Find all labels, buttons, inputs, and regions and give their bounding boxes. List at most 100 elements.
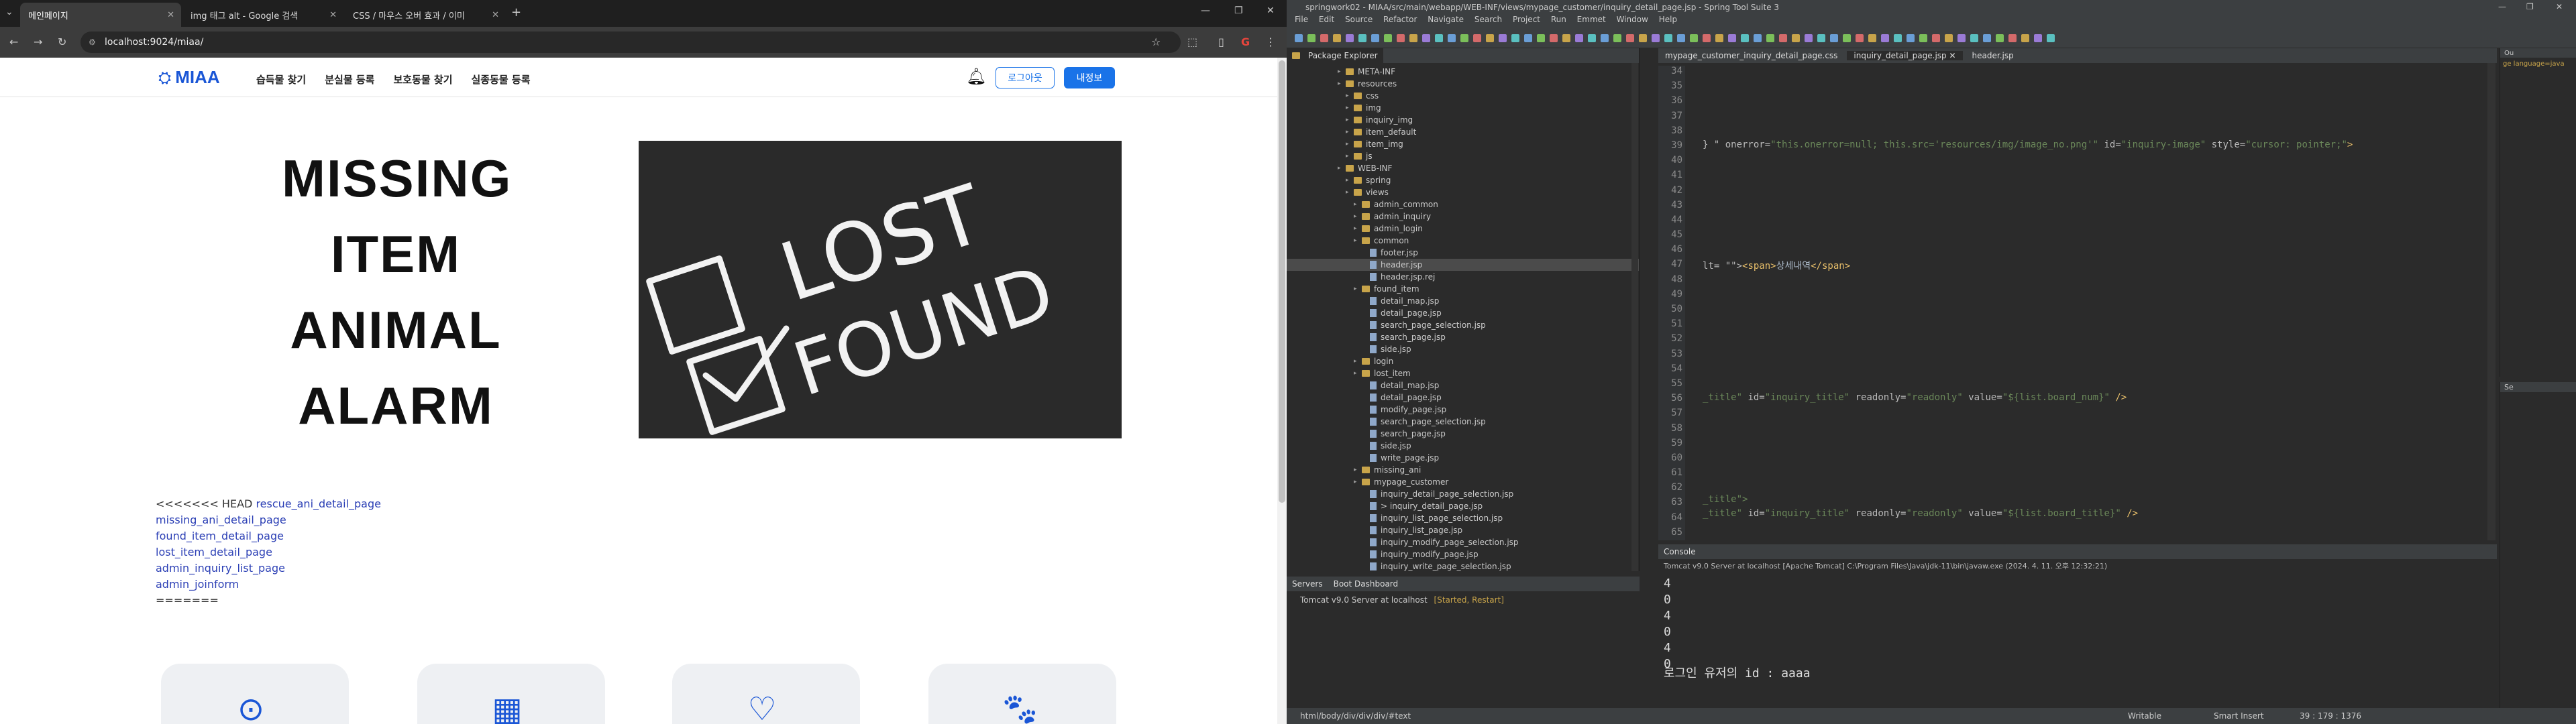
expand-arrow-icon[interactable]: ▸ [1346, 117, 1354, 123]
menu-file[interactable]: File [1295, 15, 1308, 24]
tree-file[interactable]: inquiry_modify_page.jsp [1287, 548, 1639, 560]
expand-arrow-icon[interactable]: ▸ [1338, 68, 1346, 75]
toolbar-icon[interactable] [1384, 34, 1392, 42]
menu-dots-icon[interactable]: ⋮ [1265, 36, 1276, 48]
tree-folder[interactable]: ▸ spring [1287, 174, 1639, 186]
toolbar-icon[interactable] [1333, 34, 1341, 42]
toolbar-icon[interactable] [1550, 34, 1558, 42]
toolbar-icon[interactable] [1448, 34, 1456, 42]
toolbar-icon[interactable] [1792, 34, 1800, 42]
menu-refactor[interactable]: Refactor [1383, 15, 1417, 24]
minimize-icon[interactable]: — [1201, 5, 1210, 16]
tree-folder[interactable]: ▸ META-INF [1287, 66, 1639, 78]
tree-folder[interactable]: ▸ missing_ani [1287, 464, 1639, 476]
toolbar-icon[interactable] [2034, 34, 2042, 42]
tree-folder[interactable]: ▸ css [1287, 90, 1639, 102]
close-icon[interactable]: ✕ [329, 10, 337, 20]
tree-file[interactable]: detail_page.jsp [1287, 307, 1639, 319]
ide-maximize-icon[interactable]: ❐ [2526, 2, 2534, 11]
page-scrollbar-thumb[interactable] [1279, 60, 1285, 503]
toolbar-icon[interactable] [1460, 34, 1468, 42]
tab-main[interactable]: 메인페이지 ✕ [20, 3, 181, 27]
toolbar-icon[interactable] [1766, 34, 1774, 42]
toolbar-icon[interactable] [1562, 34, 1570, 42]
code-editor[interactable]: mypage_customer_inquiry_detail_page.css … [1658, 48, 2497, 544]
toolbar-icon[interactable] [1397, 34, 1405, 42]
servers-tab[interactable]: Servers [1292, 579, 1323, 589]
expand-arrow-icon[interactable]: ▸ [1354, 479, 1362, 485]
toolbar-icon[interactable] [1919, 34, 1927, 42]
tree-folder[interactable]: ▸ img [1287, 102, 1639, 114]
editor-tab-detail-jsp[interactable]: inquiry_detail_page.jsp ✕ [1847, 51, 1963, 60]
toolbar-icon[interactable] [1805, 34, 1813, 42]
toolbar-icon[interactable] [1575, 34, 1583, 42]
toolbar-icon[interactable] [1677, 34, 1685, 42]
tree-file[interactable]: search_page.jsp [1287, 428, 1639, 440]
toolbar-icon[interactable] [1486, 34, 1494, 42]
toolbar-icon[interactable] [1983, 34, 1991, 42]
ide-close-icon[interactable]: ✕ [2556, 2, 2563, 11]
menu-emmet[interactable]: Emmet [1577, 15, 1606, 24]
tree-file[interactable]: detail_map.jsp [1287, 295, 1639, 307]
tree-folder[interactable]: ▸ admin_inquiry [1287, 210, 1639, 223]
toolbar-icon[interactable] [1996, 34, 2004, 42]
tree-file[interactable]: header.jsp [1287, 259, 1639, 271]
toolbar-icon[interactable] [1320, 34, 1328, 42]
expand-arrow-icon[interactable]: ▸ [1354, 370, 1362, 377]
toolbar-icon[interactable] [1741, 34, 1749, 42]
url-field[interactable]: ⚙ localhost:9024/miaa/ [80, 32, 1181, 53]
back-icon[interactable]: ← [9, 36, 18, 48]
toolbar-icon[interactable] [1435, 34, 1443, 42]
tree-file[interactable]: header.jsp.rej [1287, 271, 1639, 283]
tab-css[interactable]: CSS / 마우스 오버 효과 / 이미 ✕ [345, 3, 506, 27]
site-info-icon[interactable]: ⚙ [89, 38, 96, 47]
tree-folder[interactable]: ▸ admin_login [1287, 223, 1639, 235]
menu-navigate[interactable]: Navigate [1428, 15, 1464, 24]
tree-folder[interactable]: ▸ item_default [1287, 126, 1639, 138]
toolbar-icon[interactable] [1690, 34, 1698, 42]
google-icon[interactable]: G [1241, 36, 1250, 48]
tree-folder[interactable]: ▸ views [1287, 186, 1639, 198]
close-icon[interactable]: ✕ [167, 10, 174, 20]
toolbar-icon[interactable] [1295, 34, 1303, 42]
tree-file[interactable]: inquiry_modify_page_selection.jsp [1287, 536, 1639, 548]
tree-file[interactable]: search_page_selection.jsp [1287, 319, 1639, 331]
expand-arrow-icon[interactable]: ▸ [1354, 213, 1362, 220]
editor-tab-css[interactable]: mypage_customer_inquiry_detail_page.css [1658, 51, 1844, 60]
toolbar-icon[interactable] [1868, 34, 1876, 42]
link-missing-ani[interactable]: missing_ani_detail_page [156, 514, 286, 526]
tree-file[interactable]: write_page.jsp [1287, 452, 1639, 464]
reload-icon[interactable]: ↻ [58, 36, 66, 48]
link-lost-item[interactable]: lost_item_detail_page [156, 546, 272, 558]
toolbar-icon[interactable] [1664, 34, 1672, 42]
toolbar-icon[interactable] [1499, 34, 1507, 42]
bell-icon[interactable]: 🔔︎ [966, 67, 986, 86]
tab-menu-icon[interactable]: ⌄ [5, 7, 13, 17]
toolbar-icon[interactable] [1358, 34, 1366, 42]
tree-file[interactable]: inquiry_write_page_selection.jsp [1287, 560, 1639, 572]
menu-help[interactable]: Help [1659, 15, 1677, 24]
toolbar-icon[interactable] [1601, 34, 1609, 42]
expand-arrow-icon[interactable]: ▸ [1354, 467, 1362, 473]
tree-file[interactable]: search_page.jsp [1287, 331, 1639, 343]
tree-folder[interactable]: ▸ login [1287, 355, 1639, 367]
menu-search[interactable]: Search [1474, 15, 1502, 24]
link-admin-inquiry[interactable]: admin_inquiry_list_page [156, 562, 285, 575]
extensions-icon[interactable]: ⬚ [1187, 36, 1197, 48]
tree-folder[interactable]: ▸ item_img [1287, 138, 1639, 150]
tree-folder[interactable]: ▸ mypage_customer [1287, 476, 1639, 488]
package-explorer-tab[interactable]: Package Explorer [1287, 48, 1383, 63]
toolbar-icon[interactable] [1754, 34, 1762, 42]
expand-arrow-icon[interactable]: ▸ [1346, 141, 1354, 147]
expand-arrow-icon[interactable]: ▸ [1354, 225, 1362, 232]
toolbar-icon[interactable] [1346, 34, 1354, 42]
editor-scrollbar[interactable] [2487, 63, 2496, 540]
tree-file[interactable]: inquiry_list_page_selection.jsp [1287, 512, 1639, 524]
toolbar-icon[interactable] [1652, 34, 1660, 42]
tree-folder[interactable]: ▸ found_item [1287, 283, 1639, 295]
console-tab[interactable]: Console [1664, 547, 1696, 556]
toolbar-icon[interactable] [1626, 34, 1634, 42]
expand-arrow-icon[interactable]: ▸ [1346, 189, 1354, 196]
toolbar-icon[interactable] [1907, 34, 1915, 42]
tab-google[interactable]: img 태그 alt - Google 검색 ✕ [182, 3, 343, 27]
